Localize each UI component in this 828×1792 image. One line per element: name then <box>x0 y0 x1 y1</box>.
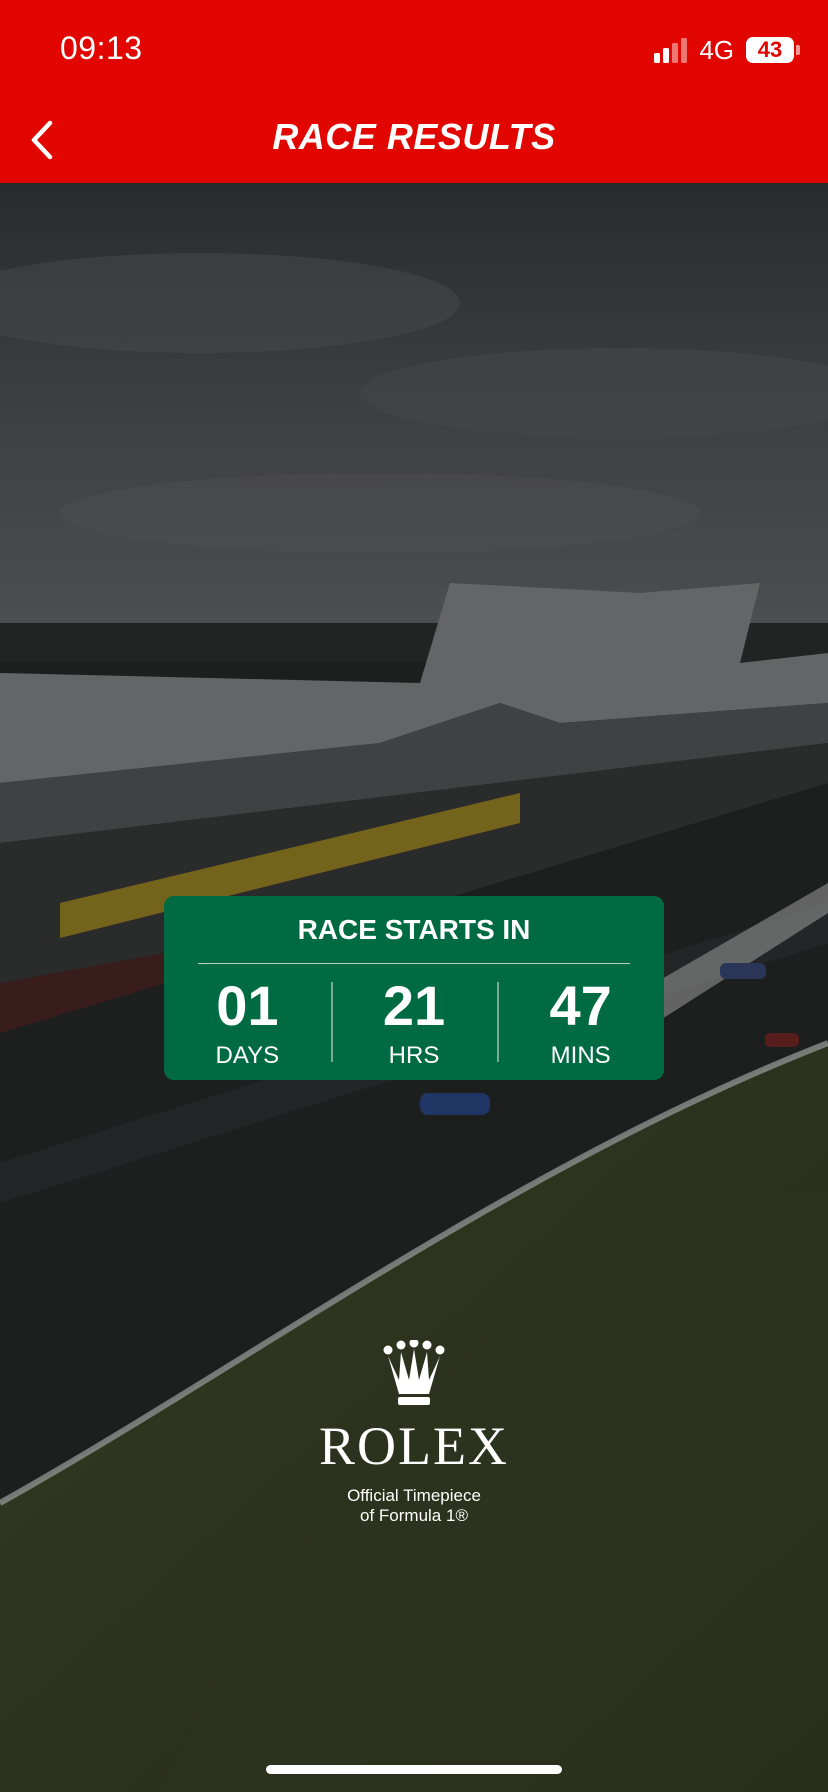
home-indicator[interactable] <box>266 1765 562 1774</box>
days-value: 01 <box>216 974 279 1037</box>
days-label: DAYS <box>215 1042 280 1069</box>
battery-level: 43 <box>757 37 783 62</box>
countdown-hours: 21 HRS <box>330 974 498 1069</box>
sponsor-brand: ROLEX <box>319 1416 509 1476</box>
race-countdown-card: RACE STARTS IN 01 DAYS 21 HRS 47 MINS <box>164 896 664 1080</box>
hours-value: 21 <box>382 974 446 1037</box>
crown-icon <box>383 1340 445 1405</box>
network-type: 4G <box>699 34 734 65</box>
countdown-minutes: 47 MINS <box>497 974 664 1069</box>
status-indicators: 4G 43 <box>654 30 800 70</box>
sponsor-tagline-line1: Official Timepiece <box>347 1486 481 1505</box>
page-title: RACE RESULTS <box>272 116 556 157</box>
countdown-divider <box>198 963 630 964</box>
countdown-title: RACE STARTS IN <box>297 914 531 945</box>
sponsor-block: ROLEX Official Timepiece of Formula 1® <box>264 1340 564 1526</box>
app-header: 09:13 4G 43 RACE RESULTS <box>0 0 828 183</box>
sponsor-tagline-line2: of Formula 1® <box>360 1506 468 1525</box>
minutes-value: 47 <box>549 974 612 1037</box>
countdown-days: 01 DAYS <box>164 974 331 1070</box>
hours-label: HRS <box>388 1042 440 1069</box>
status-time: 09:13 <box>60 30 143 66</box>
battery-icon: 43 <box>746 37 800 63</box>
minutes-label: MINS <box>550 1042 611 1069</box>
cellular-signal-icon <box>654 37 688 63</box>
